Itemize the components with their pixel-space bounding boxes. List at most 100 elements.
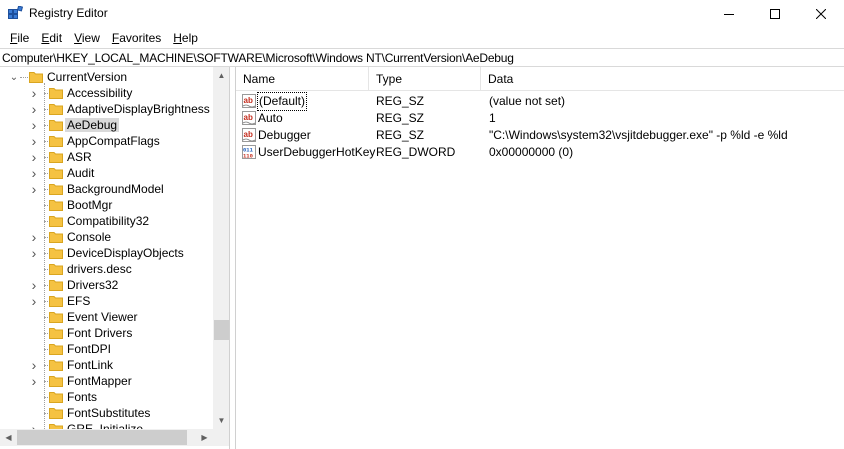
menu-help[interactable]: Help <box>167 28 204 48</box>
tree-item-event-viewer[interactable]: Event Viewer <box>0 309 213 325</box>
tree-item-aedebug[interactable]: › AeDebug <box>0 117 213 133</box>
maximize-button[interactable] <box>752 0 798 28</box>
folder-icon <box>49 248 63 259</box>
menu-file-label: ile <box>17 31 30 45</box>
tree-item-fonts[interactable]: Fonts <box>0 389 213 405</box>
tree-item-adaptivedisplaybrightness[interactable]: › AdaptiveDisplayBrightness <box>0 101 213 117</box>
tree-item-label: DeviceDisplayObjects <box>67 246 184 260</box>
list-header: Name Type Data <box>236 67 844 91</box>
tree-item-appcompatflags[interactable]: › AppCompatFlags <box>0 133 213 149</box>
chevron-right-icon[interactable]: › <box>29 165 39 181</box>
minimize-button[interactable] <box>706 0 752 28</box>
scroll-left-arrow-icon[interactable]: ◀ <box>0 429 17 446</box>
folder-icon <box>49 232 63 243</box>
address-path[interactable]: Computer\HKEY_LOCAL_MACHINE\SOFTWARE\Mic… <box>2 51 514 65</box>
chevron-right-icon[interactable]: › <box>29 149 39 165</box>
tree-item-audit[interactable]: › Audit <box>0 165 213 181</box>
tree-item-fontsubstitutes[interactable]: FontSubstitutes <box>0 405 213 421</box>
key-tree: ⌄ CurrentVersion › Accessibility › AdaptiveDi… <box>0 67 213 429</box>
chevron-right-icon[interactable]: › <box>29 245 39 261</box>
folder-icon <box>49 392 63 403</box>
tree-item-currentversion[interactable]: ⌄ CurrentVersion <box>0 69 213 85</box>
tree-item-label: Console <box>67 230 112 244</box>
chevron-right-icon[interactable]: › <box>29 181 39 197</box>
column-header-data[interactable]: Data <box>481 67 844 91</box>
folder-icon <box>49 360 63 371</box>
folder-icon <box>49 120 63 131</box>
tree-vertical-scrollbar[interactable]: ▲ ▼ <box>213 67 229 429</box>
tree-item-label: AeDebug <box>65 118 120 132</box>
close-button[interactable] <box>798 0 844 28</box>
tree-item-bootmgr[interactable]: BootMgr <box>0 197 213 213</box>
value-data: (value not set) <box>489 94 566 108</box>
chevron-right-icon[interactable]: › <box>29 277 39 293</box>
tree-item-drivers-desc[interactable]: drivers.desc <box>0 261 213 277</box>
string-value-icon: ab <box>242 128 256 142</box>
tree-item-gre-initialize[interactable]: › GRE_Initialize <box>0 421 213 429</box>
value-row-default[interactable]: ab (Default) REG_SZ (value not set) <box>236 92 844 111</box>
key-tree-pane: ⌄ CurrentVersion › Accessibility › AdaptiveDi… <box>0 67 230 449</box>
chevron-down-icon[interactable]: ⌄ <box>9 71 19 83</box>
tree-item-label: FontMapper <box>67 374 132 388</box>
value-type: REG_SZ <box>376 128 425 142</box>
menu-view[interactable]: View <box>68 28 106 48</box>
tree-item-label: CurrentVersion <box>47 70 128 84</box>
tree-horizontal-scrollbar[interactable]: ◀ ▶ <box>0 429 213 446</box>
chevron-right-icon[interactable]: › <box>29 373 39 389</box>
chevron-right-icon[interactable]: › <box>29 229 39 245</box>
tree-item-label: Accessibility <box>67 86 133 100</box>
scroll-up-arrow-icon[interactable]: ▲ <box>213 67 229 84</box>
tree-item-console[interactable]: › Console <box>0 229 213 245</box>
tree-item-backgroundmodel[interactable]: › BackgroundModel <box>0 181 213 197</box>
column-header-name[interactable]: Name <box>236 67 369 91</box>
folder-icon <box>49 168 63 179</box>
tree-item-drivers32[interactable]: › Drivers32 <box>0 277 213 293</box>
chevron-right-icon[interactable]: › <box>29 293 39 309</box>
folder-icon <box>49 344 63 355</box>
scroll-down-arrow-icon[interactable]: ▼ <box>213 412 229 429</box>
tree-item-fontdpi[interactable]: FontDPI <box>0 341 213 357</box>
tree-item-label: GRE_Initialize <box>67 422 144 429</box>
tree-item-devicedisplayobjects[interactable]: › DeviceDisplayObjects <box>0 245 213 261</box>
tree-hscroll-thumb[interactable] <box>17 430 187 445</box>
folder-icon <box>49 184 63 195</box>
tree-item-label: FontLink <box>67 358 114 372</box>
chevron-right-icon[interactable]: › <box>29 133 39 149</box>
folder-icon <box>29 72 43 83</box>
column-header-type[interactable]: Type <box>369 67 481 91</box>
address-bar[interactable]: Computer\HKEY_LOCAL_MACHINE\SOFTWARE\Mic… <box>0 48 844 67</box>
folder-icon <box>49 200 63 211</box>
chevron-right-icon[interactable]: › <box>29 101 39 117</box>
scroll-right-arrow-icon[interactable]: ▶ <box>196 429 213 446</box>
tree-item-label: Audit <box>67 166 95 180</box>
tree-item-accessibility[interactable]: › Accessibility <box>0 85 213 101</box>
value-name: Debugger <box>258 128 311 142</box>
menu-file[interactable]: File <box>4 28 35 48</box>
tree-item-font-drivers[interactable]: Font Drivers <box>0 325 213 341</box>
chevron-right-icon[interactable]: › <box>29 357 39 373</box>
tree-item-efs[interactable]: › EFS <box>0 293 213 309</box>
tree-item-fontmapper[interactable]: › FontMapper <box>0 373 213 389</box>
menu-edit[interactable]: Edit <box>35 28 68 48</box>
folder-icon <box>49 88 63 99</box>
value-row-auto[interactable]: ab Auto REG_SZ 1 <box>236 110 844 127</box>
value-row-userdebuggerhotkey[interactable]: 011 110 UserDebuggerHotKey REG_DWORD 0x00000… <box>236 144 844 161</box>
value-row-debugger[interactable]: ab Debugger REG_SZ "C:\Windows\system32\vsj… <box>236 127 844 144</box>
maximize-icon <box>770 9 780 19</box>
menu-favorites[interactable]: Favorites <box>106 28 167 48</box>
svg-text:110: 110 <box>243 153 253 160</box>
chevron-right-icon[interactable]: › <box>29 85 39 101</box>
chevron-right-icon[interactable]: › <box>29 117 39 133</box>
menu-view-label: iew <box>81 31 100 45</box>
values-list-pane: Name Type Data ab (Default) REG_SZ (value n… <box>235 67 844 449</box>
value-data: 0x00000000 (0) <box>489 145 574 159</box>
tree-scroll-thumb[interactable] <box>214 320 229 340</box>
folder-icon <box>49 264 63 275</box>
tree-item-asr[interactable]: › ASR <box>0 149 213 165</box>
string-value-icon: ab <box>242 94 256 108</box>
tree-item-fontlink[interactable]: › FontLink <box>0 357 213 373</box>
folder-icon <box>49 312 63 323</box>
tree-item-compatibility32[interactable]: Compatibility32 <box>0 213 213 229</box>
tree-item-label: Drivers32 <box>67 278 119 292</box>
tree-item-label: AppCompatFlags <box>67 134 160 148</box>
